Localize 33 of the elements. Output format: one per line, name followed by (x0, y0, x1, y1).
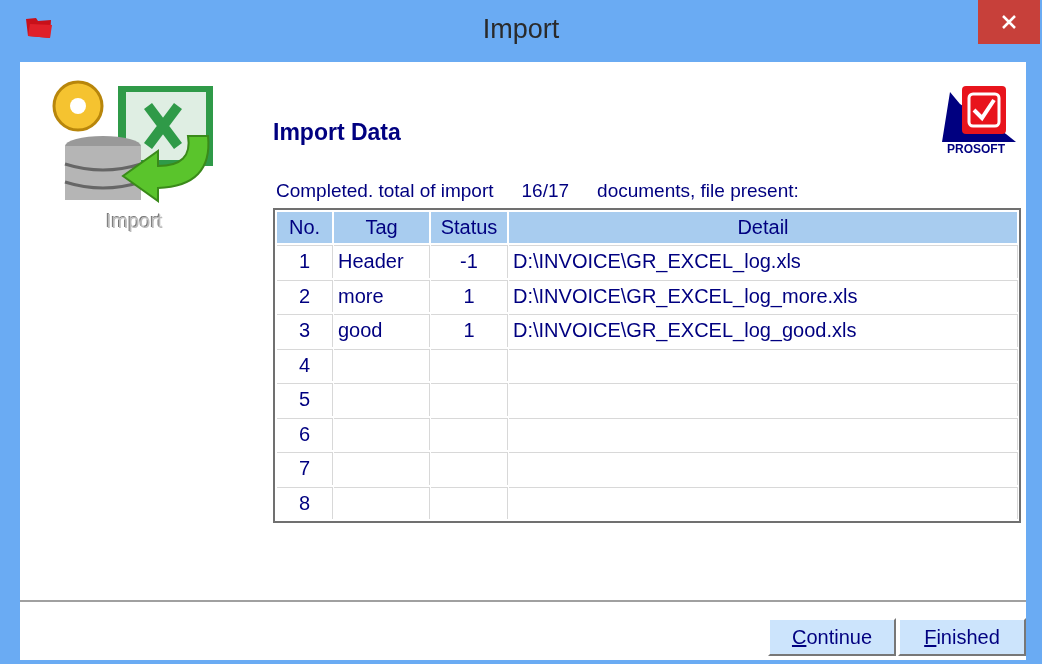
table-cell: D:\INVOICE\GR_EXCEL_log_good.xls (509, 314, 1017, 347)
table-cell: 7 (277, 452, 332, 485)
table-cell: -1 (431, 245, 507, 278)
table-cell: 1 (431, 314, 507, 347)
continue-button[interactable]: Continue (768, 618, 896, 656)
table-cell: more (334, 279, 429, 312)
icon-caption: Import (106, 210, 163, 233)
table-cell: 1 (277, 245, 332, 278)
table-cell: D:\INVOICE\GR_EXCEL_log_more.xls (509, 279, 1017, 312)
finished-button[interactable]: Finished (898, 618, 1026, 656)
table-cell: 1 (431, 279, 507, 312)
column-header: Detail (509, 212, 1017, 243)
table-cell: good (334, 314, 429, 347)
document-count: 16/17 (521, 180, 570, 202)
table-cell: 5 (277, 383, 332, 416)
section-heading: Import Data (273, 119, 401, 146)
table-cell: 6 (277, 417, 332, 450)
table-cell: 4 (277, 348, 332, 381)
summary-text: Completed. total of import (276, 180, 494, 202)
table-cell: Header (334, 245, 429, 278)
table-cell: 2 (277, 279, 332, 312)
logo-text: PROSOFT (947, 142, 1005, 156)
column-header: Status (431, 212, 507, 243)
column-header: No. (277, 212, 332, 243)
column-header: Tag (334, 212, 429, 243)
table-cell: 8 (277, 486, 332, 519)
summary-text: documents, file present: (597, 180, 799, 202)
window-title: Import (481, 14, 561, 45)
close-button[interactable] (978, 0, 1040, 44)
table-cell: 3 (277, 314, 332, 347)
folder-icon (24, 16, 54, 40)
close-icon (1001, 14, 1017, 30)
table-cell: D:\INVOICE\GR_EXCEL_log.xls (509, 245, 1017, 278)
